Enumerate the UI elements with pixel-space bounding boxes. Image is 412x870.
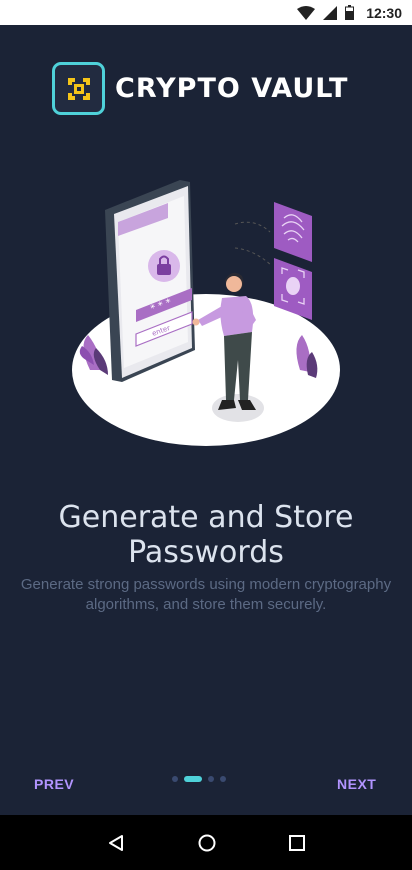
person-unlocking-phone-illustration: * * * enter bbox=[60, 170, 352, 460]
prev-button[interactable]: PREV bbox=[30, 772, 78, 796]
page-dot-active bbox=[184, 776, 202, 782]
phone-graphic: * * * enter bbox=[105, 180, 195, 382]
page-dot bbox=[208, 776, 214, 782]
slide-description: Generate strong passwords using modern c… bbox=[20, 576, 392, 613]
battery-icon bbox=[345, 5, 355, 20]
next-button[interactable]: NEXT bbox=[333, 772, 380, 796]
fingerprint-icon bbox=[274, 202, 312, 262]
status-bar: 12:30 bbox=[0, 0, 412, 25]
page-dot bbox=[172, 776, 178, 782]
home-icon[interactable] bbox=[198, 834, 216, 852]
app-logo: CRYPTO VAULT bbox=[52, 62, 348, 115]
page-dot bbox=[220, 776, 226, 782]
back-icon[interactable] bbox=[107, 834, 125, 852]
signal-icon bbox=[323, 5, 338, 20]
status-time: 12:30 bbox=[366, 4, 402, 21]
recents-icon[interactable] bbox=[289, 834, 306, 851]
slide-headline: Generate and Store Passwords bbox=[58, 500, 354, 571]
onboarding-screen: 12:30 CRYPTO VAULT * * * enter Generate … bbox=[0, 0, 412, 870]
app-brand-name: CRYPTO VAULT bbox=[115, 73, 349, 104]
system-navigation-bar bbox=[0, 815, 412, 870]
page-indicator bbox=[172, 776, 226, 782]
wifi-icon bbox=[297, 5, 316, 20]
vault-emblem-icon bbox=[52, 62, 105, 115]
